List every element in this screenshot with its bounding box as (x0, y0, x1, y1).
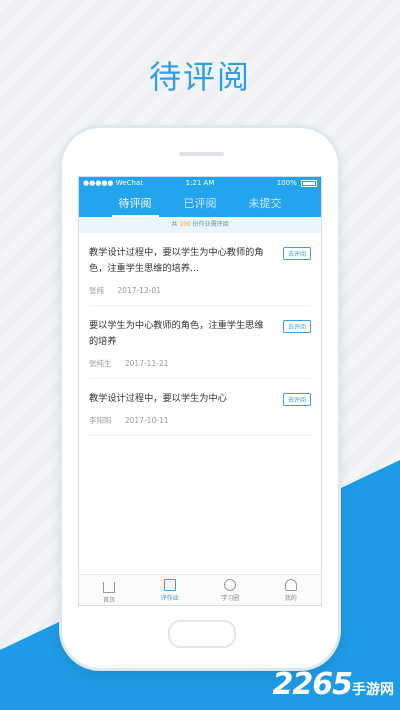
circle-icon (224, 579, 237, 591)
summary-count: 100 (179, 221, 191, 228)
review-button[interactable]: 去评阅 (282, 393, 311, 406)
document-icon (163, 579, 176, 591)
list-item[interactable]: 教学设计过程中，要以学生为中心教师的角色，注重学生思维的培养… 张纯 2017-… (89, 233, 311, 306)
review-button[interactable]: 去评阅 (282, 247, 311, 260)
phone-frame: ●●●●● WeChat 1:21 AM 100% 待评阅 已评阅 未提交 共 … (62, 128, 338, 668)
watermark-suffix: 手游网 (352, 682, 394, 698)
item-date: 2017-10-11 (124, 416, 169, 425)
item-author: 张纯生 (89, 359, 112, 368)
phone-home-button (168, 620, 236, 648)
item-meta: 张纯生 2017-11-21 (89, 358, 311, 369)
tab-bar: 待评阅 已评阅 未提交 (79, 190, 321, 217)
page-headline: 待评阅 (148, 58, 251, 96)
item-meta: 张纯 2017-12-01 (89, 285, 311, 296)
nav-label: 学习圈 (221, 595, 240, 602)
nav-label: 我的 (284, 595, 297, 602)
item-meta: 李阳阳 2017-10-11 (89, 415, 311, 426)
watermark-logo: 2265手游网 (273, 667, 395, 702)
tab-pending-review[interactable]: 待评阅 (111, 195, 159, 217)
battery-icon (301, 179, 317, 187)
homework-list: 教学设计过程中，要以学生为中心教师的角色，注重学生思维的培养… 张纯 2017-… (79, 233, 321, 436)
item-author: 张纯 (89, 286, 104, 295)
watermark-number: 2265 (272, 667, 353, 702)
item-text: 教学设计过程中，要以学生为中心 (89, 393, 227, 404)
item-date: 2017-11-21 (124, 359, 169, 368)
item-text: 要以学生为中心教师的角色，注重学生思维的培养 (89, 320, 264, 347)
nav-label: 首页 (103, 597, 116, 604)
item-author: 李阳阳 (89, 416, 112, 425)
list-item[interactable]: 教学设计过程中，要以学生为中心 李阳阳 2017-10-11 去评阅 (89, 379, 311, 436)
nav-study-circle[interactable]: 学习圈 (200, 575, 261, 605)
phone-screen: ●●●●● WeChat 1:21 AM 100% 待评阅 已评阅 未提交 共 … (78, 176, 322, 606)
summary-prefix: 共 (171, 221, 178, 228)
battery-indicator: 100% (277, 179, 317, 187)
battery-label: 100% (276, 179, 297, 187)
summary-suffix: 份作业需评阅 (192, 221, 229, 228)
nav-label: 评作业 (160, 595, 179, 602)
list-item[interactable]: 要以学生为中心教师的角色，注重学生思维的培养 张纯生 2017-11-21 去评… (89, 306, 311, 379)
tab-reviewed[interactable]: 已评阅 (177, 195, 224, 217)
nav-grade-homework[interactable]: 评作业 (140, 575, 201, 605)
status-bar: ●●●●● WeChat 1:21 AM 100% (79, 177, 321, 190)
item-text: 教学设计过程中，要以学生为中心教师的角色，注重学生思维的培养… (89, 247, 264, 274)
bottom-navigation: 首页 评作业 学习圈 我的 (79, 574, 321, 605)
nav-profile[interactable]: 我的 (261, 575, 322, 605)
nav-home[interactable]: 首页 (79, 575, 140, 605)
summary-bar: 共 100 份作业需评阅 (79, 217, 321, 233)
tab-not-submitted[interactable]: 未提交 (242, 195, 289, 217)
home-icon (103, 582, 116, 593)
user-icon (284, 579, 297, 591)
phone-speaker (179, 152, 224, 156)
item-date: 2017-12-01 (117, 286, 161, 295)
review-button[interactable]: 去评阅 (282, 320, 311, 333)
